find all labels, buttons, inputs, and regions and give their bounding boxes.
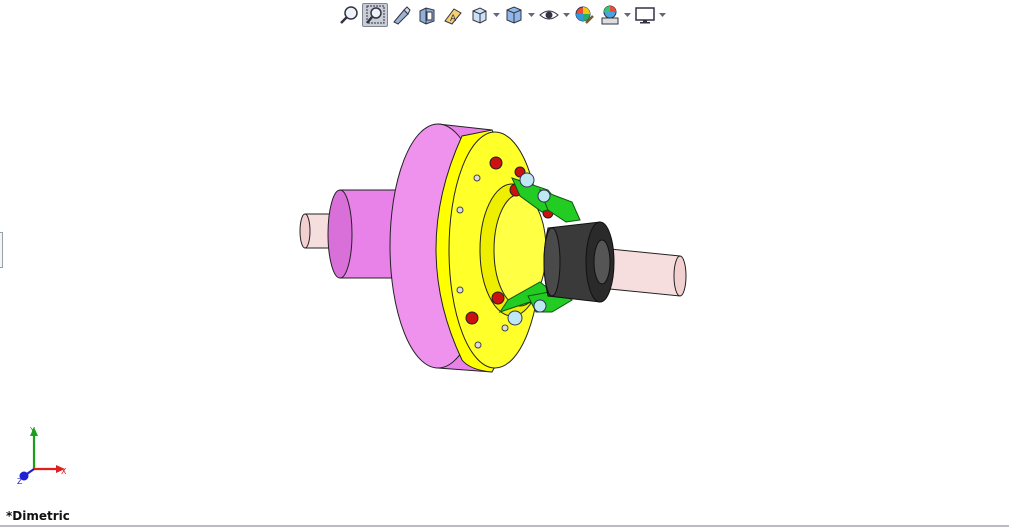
heads-up-view-toolbar: A [336,2,667,28]
apply-scene-dropdown[interactable] [623,3,632,27]
previous-view-icon [393,6,411,25]
triad-y-label: Y [29,426,35,435]
view-settings-button[interactable] [632,3,658,27]
previous-view-button[interactable] [388,3,414,27]
view-orientation-icon [472,7,487,24]
display-style-dropdown[interactable] [527,3,536,27]
view-settings-dropdown[interactable] [658,3,667,27]
chevron-down-icon [493,12,500,17]
svg-text:A: A [450,14,457,24]
edit-appearance-icon [575,6,594,24]
display-style-button[interactable] [501,3,527,27]
chevron-down-icon [659,12,666,17]
hide-show-items-button[interactable] [536,3,562,27]
zoom-to-fit-icon [340,6,358,24]
view-orientation-label: *Dimetric [6,509,70,523]
section-view-button[interactable] [414,3,440,27]
apply-scene-icon [601,5,619,25]
section-view-icon [419,7,435,25]
chevron-down-icon [528,12,535,17]
graphics-viewport[interactable]: A Y X Z *Dimetric [0,0,1009,527]
chevron-down-icon [624,12,631,17]
dynamic-annotation-views-button[interactable]: A [440,3,466,27]
reference-triad: Y X Z [17,426,67,486]
coupling-assembly-model[interactable] [0,0,1009,527]
dynamic-annotation-views-icon: A [444,8,462,25]
view-orientation-button[interactable] [466,3,492,27]
feature-manager-collapse-handle[interactable] [0,232,3,268]
zoom-to-fit-button[interactable] [336,3,362,27]
edit-appearance-button[interactable] [571,3,597,27]
zoom-to-area-button[interactable] [362,3,388,27]
view-orientation-dropdown[interactable] [492,3,501,27]
zoom-to-area-icon [366,5,385,24]
triad-z-label: Z [17,477,23,486]
display-style-icon [506,6,522,24]
hide-show-items-icon [539,10,559,20]
chevron-down-icon [563,12,570,17]
view-settings-icon [635,7,655,24]
apply-scene-button[interactable] [597,3,623,27]
triad-x-label: X [61,467,67,476]
hide-show-items-dropdown[interactable] [562,3,571,27]
